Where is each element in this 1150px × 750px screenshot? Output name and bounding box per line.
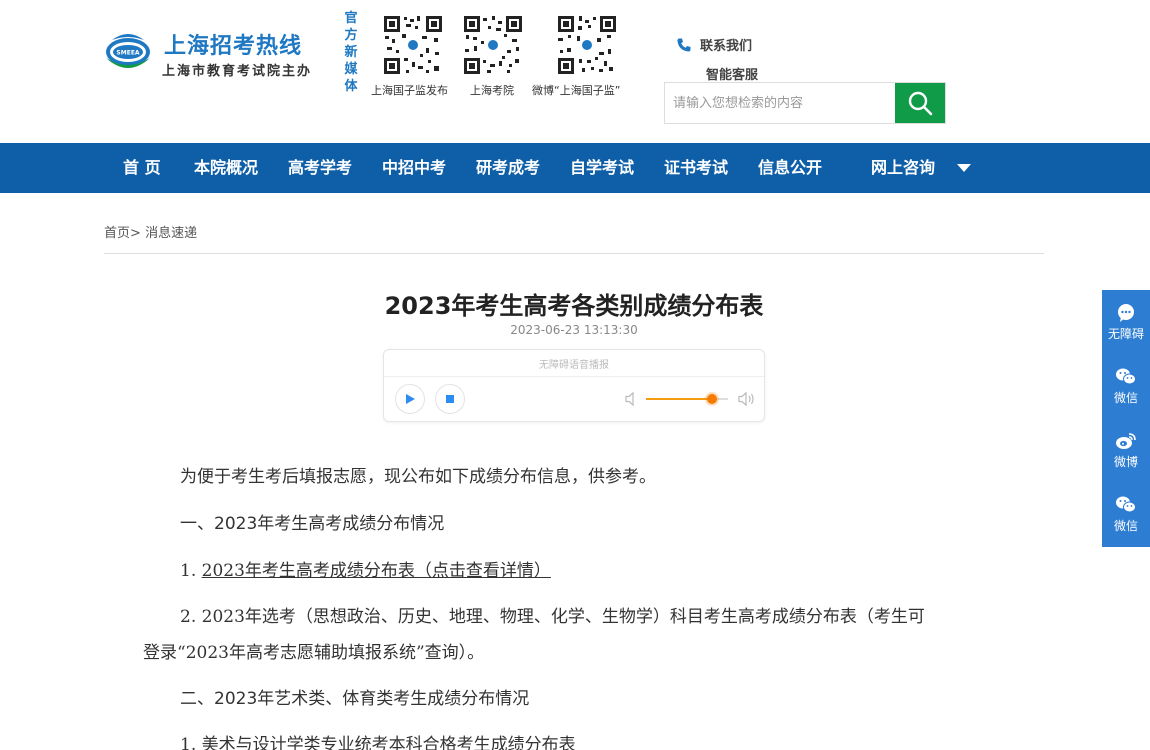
volume-slider-fill bbox=[646, 398, 712, 400]
nav-dropdown-arrow-icon[interactable] bbox=[957, 164, 971, 172]
nav-item-home[interactable]: 首 页 bbox=[123, 143, 161, 193]
nav-item-certificate[interactable]: 证书考试 bbox=[664, 143, 728, 193]
article-title: 2023年考生高考各类别成绩分布表 bbox=[384, 292, 764, 320]
site-header: SMEEA 上海招考热线 上海市教育考试院主办 官方新媒体 上海国子监发布 上海… bbox=[0, 0, 1150, 143]
site-logo[interactable]: SMEEA 上海招考热线 上海市教育考试院主办 bbox=[104, 28, 314, 80]
qr-caption: 上海国子监发布 bbox=[371, 84, 448, 97]
breadcrumb-current[interactable]: 消息速递 bbox=[145, 226, 197, 241]
score-distribution-link[interactable]: 2023年考生高考成绩分布表（点击查看详情） bbox=[202, 561, 551, 581]
svg-text:SMEEA: SMEEA bbox=[116, 50, 139, 57]
audio-progress-bar[interactable] bbox=[384, 376, 764, 377]
play-icon bbox=[406, 394, 415, 404]
nav-item-zhongkao[interactable]: 中招中考 bbox=[382, 143, 446, 193]
article-heading-section-2: 二、2023年艺术类、体育类考生成绩分布情况 bbox=[180, 689, 530, 709]
audio-player-label: 无障碍语音播报 bbox=[539, 360, 609, 371]
wechat-icon bbox=[1116, 496, 1136, 512]
search-box bbox=[664, 82, 946, 124]
volume-low-icon[interactable] bbox=[624, 391, 638, 407]
article-list-item: 1. 美术与设计学类专业统考本科合格考生成绩分布表 bbox=[180, 735, 576, 750]
side-item-label: 微信 bbox=[1113, 518, 1138, 533]
main-nav: 首 页 本院概况 高考学考 中招中考 研考成考 自学考试 证书考试 信息公开 网… bbox=[0, 143, 1150, 193]
article-heading-section-1: 一、2023年考生高考成绩分布情况 bbox=[180, 514, 445, 534]
side-toolbar: 无障碍 微信 微博 微信 bbox=[1102, 290, 1150, 547]
stop-button[interactable] bbox=[435, 384, 465, 414]
breadcrumb-separator: > bbox=[130, 226, 141, 241]
qr-caption: 微博“上海国子监” bbox=[532, 84, 621, 97]
nav-item-graduate-adult[interactable]: 研考成考 bbox=[476, 143, 540, 193]
side-item-accessibility[interactable]: 无障碍 bbox=[1102, 290, 1150, 354]
chat-bubble-icon bbox=[1118, 303, 1134, 322]
side-item-label: 微博 bbox=[1113, 454, 1138, 469]
article-paragraph: 为便于考生考后填报志愿，现公布如下成绩分布信息，供参考。 bbox=[180, 467, 656, 487]
nav-item-info-disclosure[interactable]: 信息公开 bbox=[758, 143, 822, 193]
article-list-item-continued: 登录“2023年高考志愿辅助填报系统”查询）。 bbox=[143, 643, 485, 663]
volume-slider-handle[interactable] bbox=[706, 394, 717, 404]
contact-us-label: 联系我们 bbox=[700, 39, 753, 54]
qr-code-icon bbox=[382, 14, 444, 76]
qr-code-icon bbox=[462, 14, 524, 76]
search-input[interactable] bbox=[665, 83, 896, 123]
side-item-weibo[interactable]: 微博 bbox=[1102, 418, 1150, 482]
qr-code-icon bbox=[556, 14, 618, 76]
audio-player: 无障碍语音播报 bbox=[383, 349, 765, 422]
qr-caption: 上海考院 bbox=[470, 84, 514, 97]
list-item-number: 1. bbox=[180, 561, 202, 581]
nav-item-online-consult[interactable]: 网上咨询 bbox=[871, 143, 935, 193]
wechat-icon bbox=[1116, 368, 1136, 384]
side-item-label: 微信 bbox=[1113, 390, 1138, 405]
article-list-item: 2. 2023年选考（思想政治、历史、地理、物理、化学、生物学）科目考生高考成绩… bbox=[180, 607, 925, 627]
breadcrumb-home[interactable]: 首页 bbox=[104, 226, 130, 241]
logo-subtitle: 上海市教育考试院主办 bbox=[162, 64, 313, 79]
logo-emblem-icon: SMEEA bbox=[106, 34, 150, 68]
nav-item-self-study[interactable]: 自学考试 bbox=[570, 143, 634, 193]
breadcrumb: 首页> 消息速递 bbox=[104, 222, 197, 241]
volume-high-icon[interactable] bbox=[738, 391, 756, 407]
smart-service-link[interactable]: 智能客服 bbox=[706, 64, 758, 83]
search-icon bbox=[908, 91, 933, 116]
play-button[interactable] bbox=[395, 384, 425, 414]
phone-icon bbox=[677, 38, 691, 52]
side-item-wechat[interactable]: 微信 bbox=[1102, 482, 1150, 546]
weibo-icon bbox=[1116, 432, 1136, 449]
nav-item-about[interactable]: 本院概况 bbox=[194, 143, 258, 193]
search-button[interactable] bbox=[895, 83, 945, 123]
contact-us-link[interactable]: 联系我们 bbox=[676, 35, 752, 54]
breadcrumb-divider bbox=[104, 253, 1044, 254]
volume-slider[interactable] bbox=[646, 394, 728, 404]
stop-icon bbox=[446, 395, 454, 403]
article-list-item: 1. 2023年考生高考成绩分布表（点击查看详情） bbox=[180, 556, 551, 581]
side-item-wechat[interactable]: 微信 bbox=[1102, 354, 1150, 418]
nav-item-gaokao[interactable]: 高考学考 bbox=[288, 143, 352, 193]
article-date: 2023-06-23 13:13:30 bbox=[510, 323, 638, 337]
logo-title: 上海招考热线 bbox=[164, 34, 303, 59]
side-item-label: 无障碍 bbox=[1107, 326, 1144, 341]
official-media-label: 官方新媒体 bbox=[344, 11, 358, 94]
